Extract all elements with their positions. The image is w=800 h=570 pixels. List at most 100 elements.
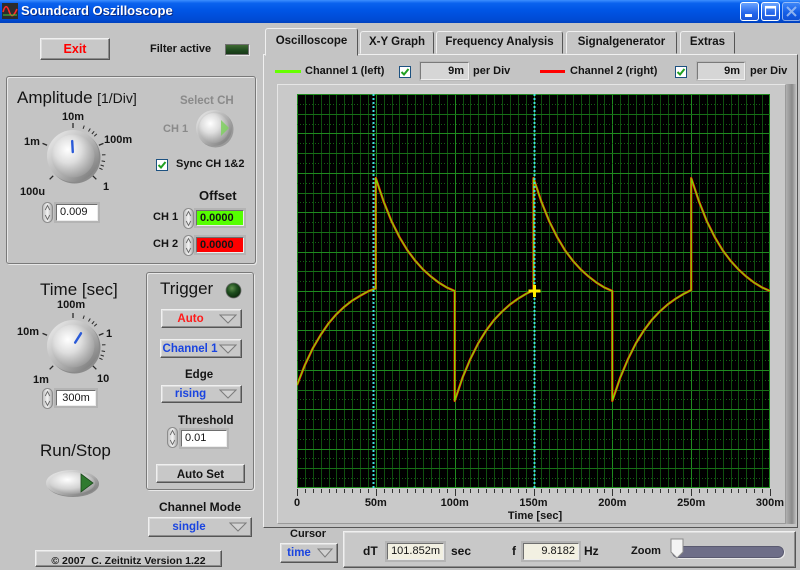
cursor-mode-dropdown[interactable]: time	[280, 543, 338, 563]
trigger-title: Trigger	[160, 279, 214, 298]
amplitude-scale-label: 100m	[104, 134, 133, 146]
time-scale-label: 1m	[33, 374, 49, 386]
trigger-edge-dropdown[interactable]: rising	[161, 385, 242, 403]
cursor-2-marker[interactable]	[528, 285, 541, 297]
window-title: Soundcard Oszilloscope	[21, 3, 173, 18]
spinner-arrows-icon	[167, 427, 178, 448]
panel-right-edge	[786, 84, 796, 524]
filter-active-label: Filter active	[150, 43, 212, 55]
tab-frequency-analysis[interactable]: Frequency Analysis	[436, 31, 563, 54]
tab-extras[interactable]: Extras	[680, 31, 735, 54]
knob-minor-tick	[100, 354, 105, 357]
x-tick-label: 50m	[364, 497, 387, 509]
x-tick-label: 0	[293, 497, 301, 509]
trigger-source-dropdown[interactable]: Channel 1	[160, 339, 242, 358]
channel-1-checkbox[interactable]	[399, 65, 411, 83]
filter-active-led	[225, 44, 249, 55]
channel-1-per-div-label: per Div	[473, 65, 511, 77]
sync-checkbox[interactable]	[156, 158, 168, 176]
trigger-mode-dropdown[interactable]: Auto	[161, 309, 242, 328]
edge-label: Edge	[185, 369, 214, 381]
app-window: Soundcard Oszilloscope Exit Filter activ…	[0, 0, 800, 570]
close-icon	[786, 6, 797, 17]
channel-mode-dropdown[interactable]: single	[148, 517, 252, 537]
offset-title: Offset	[199, 188, 237, 203]
knob-minor-tick	[82, 125, 85, 129]
time-scale-label: 10	[97, 373, 110, 385]
threshold-label: Threshold	[178, 415, 234, 427]
exit-button[interactable]: Exit	[40, 38, 110, 60]
offset-ch1-spinner[interactable]	[183, 208, 194, 234]
x-axis-title: Time [sec]	[507, 510, 563, 522]
amplitude-title: Amplitude [1/Div]	[17, 88, 137, 108]
version-box: © 2007 C. Zeitnitz Version 1.22	[35, 550, 222, 567]
time-scale-label: 100m	[57, 299, 86, 311]
knob-minor-tick	[91, 321, 95, 325]
title-bar[interactable]: Soundcard Oszilloscope	[0, 0, 800, 23]
tab-label: X-Y Graph	[368, 36, 426, 48]
tab-xy-graph[interactable]: X-Y Graph	[360, 31, 434, 54]
channel-2-label: Channel 2 (right)	[570, 65, 658, 77]
minimize-icon	[745, 14, 752, 17]
dt-label: dT	[363, 544, 378, 558]
spinner-arrows-icon	[42, 202, 53, 223]
knob-major-tick	[42, 142, 48, 146]
auto-set-button[interactable]: Auto Set	[156, 464, 245, 483]
threshold-input[interactable]: 0.01	[181, 430, 227, 447]
threshold-spinner[interactable]	[167, 427, 178, 453]
zoom-slider-track[interactable]	[672, 546, 784, 558]
checkbox-icon	[399, 66, 411, 78]
knob-minor-tick	[93, 323, 98, 327]
offset-ch2-spinner[interactable]	[183, 235, 194, 261]
dropdown-arrow-icon	[219, 389, 237, 399]
close-button[interactable]	[782, 2, 800, 21]
zoom-slider-thumb[interactable]	[670, 538, 684, 559]
frequency-unit: Hz	[584, 544, 599, 558]
knob-major-tick	[92, 175, 97, 180]
knob-minor-tick	[88, 318, 91, 322]
knob-minor-tick	[91, 131, 95, 135]
minimize-button[interactable]	[740, 2, 759, 21]
app-icon	[2, 3, 18, 19]
select-ch-knob[interactable]	[195, 109, 235, 149]
amplitude-value-input[interactable]: 0.009	[56, 204, 98, 221]
slider-thumb-shape	[670, 538, 684, 559]
dropdown-arrow-icon	[219, 314, 237, 324]
knob-minor-tick	[99, 167, 103, 171]
amplitude-unit: [1/Div]	[97, 90, 137, 106]
select-ch-value: CH 1	[163, 123, 189, 135]
channel-2-per-div-label: per Div	[750, 65, 788, 77]
amplitude-scale-label: 100u	[20, 186, 46, 198]
trigger-mode-value: Auto	[177, 312, 204, 325]
offset-ch1-input[interactable]: 0.0000	[196, 210, 244, 226]
sync-label: Sync CH 1&2	[176, 158, 245, 170]
run-stop-button[interactable]	[45, 468, 105, 500]
trigger-led	[225, 282, 242, 299]
tab-oscilloscope[interactable]: Oscilloscope	[265, 28, 358, 56]
maximize-icon	[764, 5, 777, 17]
knob-minor-tick	[101, 350, 106, 352]
trigger-edge-value: rising	[174, 388, 207, 400]
time-scale-label: 10m	[17, 326, 40, 338]
tab-signalgenerator[interactable]: Signalgenerator	[566, 31, 677, 54]
cursor-mode-value: time	[287, 547, 311, 559]
knob-minor-tick	[99, 357, 103, 361]
oscilloscope-plot[interactable]	[297, 94, 770, 488]
exit-button-label: Exit	[63, 42, 87, 56]
time-spinner[interactable]	[42, 388, 53, 414]
maximize-button[interactable]	[761, 2, 780, 21]
cursor-label: Cursor	[290, 528, 327, 540]
channel-2-checkbox[interactable]	[675, 65, 687, 83]
frequency-label: f	[512, 544, 516, 558]
amplitude-spinner[interactable]	[42, 202, 53, 228]
time-value-input[interactable]: 300m	[56, 390, 96, 406]
offset-ch2-input[interactable]: 0.0000	[196, 237, 244, 253]
spinner-arrows-icon	[42, 388, 53, 409]
channel-1-per-div-value: 9m	[420, 62, 469, 80]
knob-major-tick	[98, 142, 104, 146]
checkbox-icon	[675, 66, 687, 78]
amplitude-scale-label: 1m	[24, 136, 40, 148]
tab-label: Frequency Analysis	[445, 36, 554, 48]
knob-major-tick	[49, 365, 54, 370]
version-text: © 2007 C. Zeitnitz Version 1.22	[51, 555, 206, 567]
